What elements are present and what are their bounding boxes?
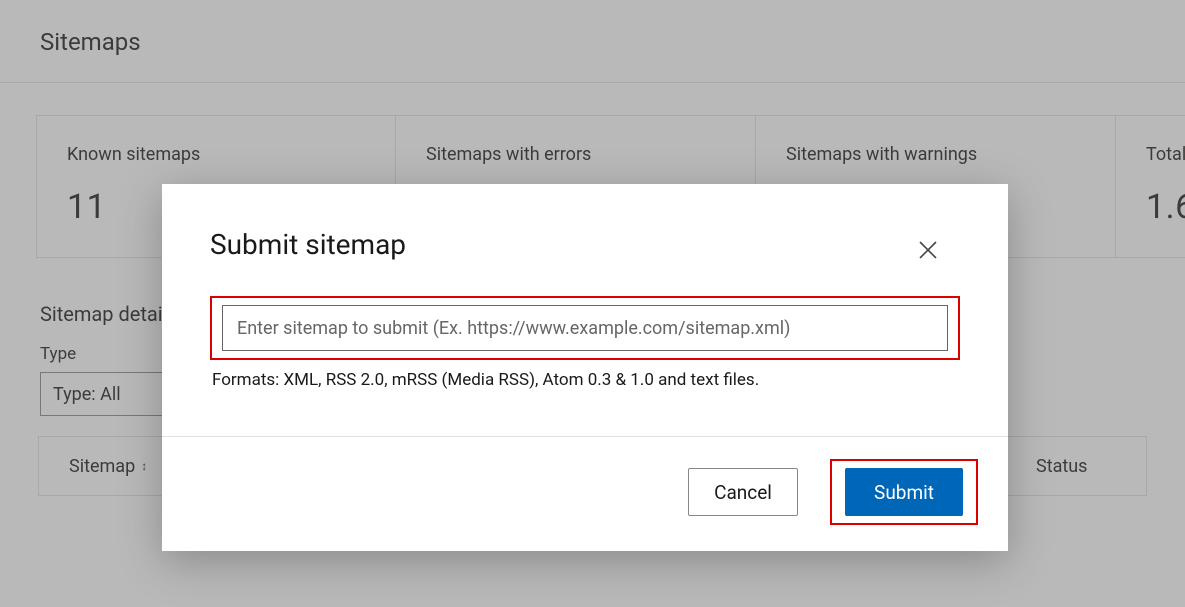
sitemap-url-highlight xyxy=(210,296,960,360)
format-hint: Formats: XML, RSS 2.0, mRSS (Media RSS),… xyxy=(210,364,960,390)
cancel-button[interactable]: Cancel xyxy=(688,468,798,516)
dialog-body: Formats: XML, RSS 2.0, mRSS (Media RSS),… xyxy=(162,266,1008,416)
submit-button[interactable]: Submit xyxy=(845,468,963,516)
dialog-title: Submit sitemap xyxy=(210,228,406,261)
close-button[interactable] xyxy=(912,234,944,266)
submit-sitemap-dialog: Submit sitemap Formats: XML, RSS 2.0, mR… xyxy=(162,184,1008,551)
submit-button-highlight: Submit xyxy=(830,459,978,525)
sitemap-url-input[interactable] xyxy=(222,305,948,351)
close-icon xyxy=(916,238,940,262)
dialog-header: Submit sitemap xyxy=(162,184,1008,266)
dialog-footer: Cancel Submit xyxy=(162,437,1008,551)
